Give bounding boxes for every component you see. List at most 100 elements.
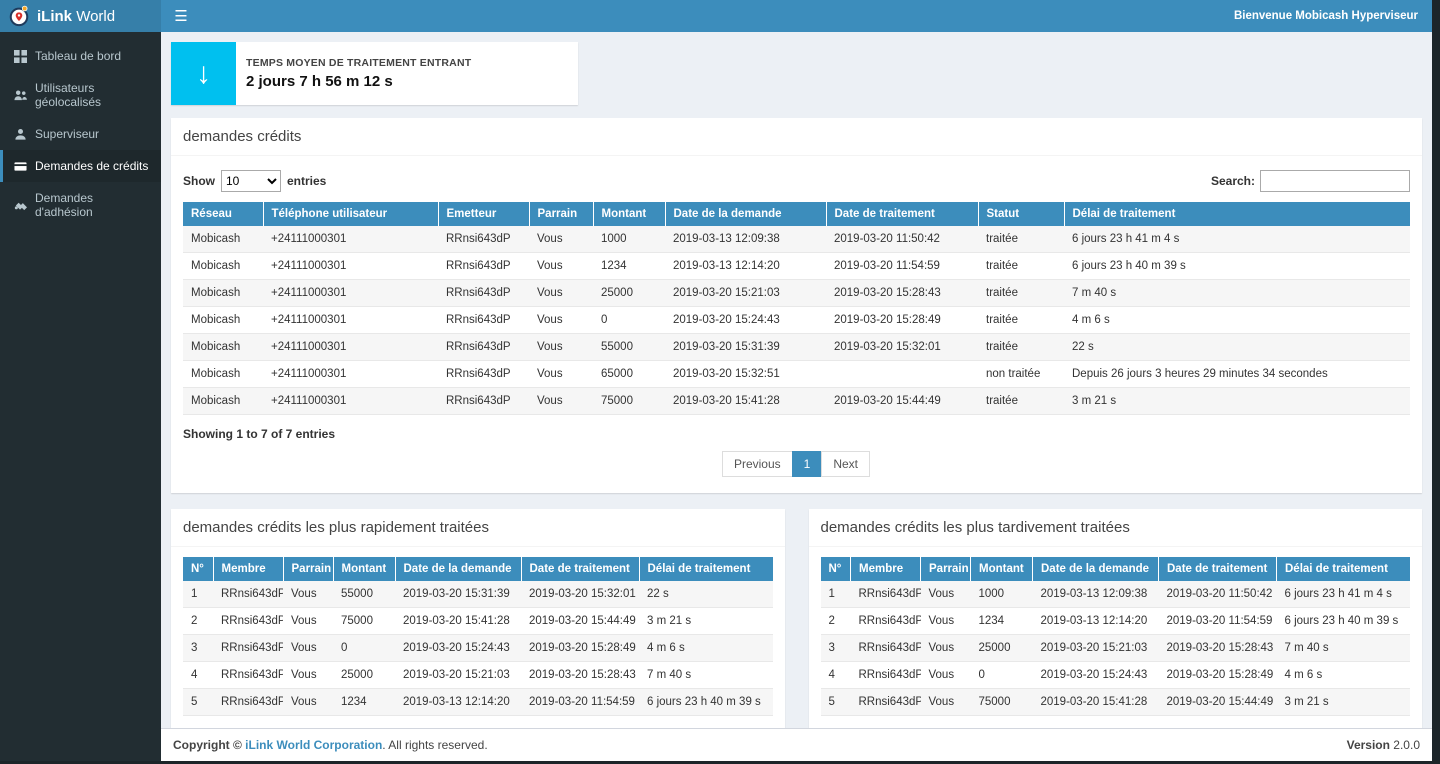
sidebar-item-label: Demandes d'adhésion	[35, 191, 151, 219]
slowest-treated-table: N° Membre Parrain Montant Date de la dem…	[821, 557, 1411, 716]
column-header-num[interactable]: N°	[821, 557, 851, 581]
column-header-emetteur[interactable]: Emetteur	[438, 202, 529, 226]
page-1-button[interactable]: 1	[792, 451, 823, 477]
column-header-num[interactable]: N°	[183, 557, 213, 581]
slowest-panel-title: demandes crédits les plus tardivement tr…	[809, 509, 1423, 547]
table-cell: Vous	[921, 581, 971, 608]
table-cell: 1234	[333, 689, 395, 716]
table-cell: +24111000301	[263, 253, 438, 280]
table-row[interactable]: 1RRnsi643dPVous10002019-03-13 12:09:3820…	[821, 581, 1411, 608]
table-cell: RRnsi643dP	[438, 280, 529, 307]
table-row[interactable]: Mobicash+24111000301RRnsi643dPVous100020…	[183, 226, 1410, 253]
column-header-montant[interactable]: Montant	[971, 557, 1033, 581]
credit-requests-icon	[14, 160, 27, 173]
column-header-date-traitement[interactable]: Date de traitement	[521, 557, 639, 581]
table-cell: 2019-03-20 15:24:43	[665, 307, 826, 334]
sidebar-item-superviseur[interactable]: Superviseur	[0, 118, 161, 150]
table-cell: 75000	[333, 608, 395, 635]
column-header-montant[interactable]: Montant	[333, 557, 395, 581]
table-cell: 5	[821, 689, 851, 716]
table-cell: 2019-03-20 15:44:49	[1159, 689, 1277, 716]
table-cell: 2019-03-20 15:44:49	[521, 608, 639, 635]
sidebar-item-utilisateurs-geolocalises[interactable]: Utilisateurs géolocalisés	[0, 72, 161, 118]
table-cell: RRnsi643dP	[213, 662, 283, 689]
brand[interactable]: iLink World	[0, 0, 161, 32]
column-header-date-demande[interactable]: Date de la demande	[665, 202, 826, 226]
table-row[interactable]: Mobicash+24111000301RRnsi643dPVous02019-…	[183, 307, 1410, 334]
table-cell: 1	[183, 581, 213, 608]
table-cell: 1000	[593, 226, 665, 253]
table-row[interactable]: 1RRnsi643dPVous550002019-03-20 15:31:392…	[183, 581, 773, 608]
next-page-button[interactable]: Next	[821, 451, 870, 477]
table-row[interactable]: Mobicash+24111000301RRnsi643dPVous250002…	[183, 280, 1410, 307]
column-header-delai[interactable]: Délai de traitement	[639, 557, 773, 581]
column-header-date-demande[interactable]: Date de la demande	[1033, 557, 1159, 581]
table-cell: 2019-03-20 15:32:01	[826, 334, 978, 361]
table-row[interactable]: 4RRnsi643dPVous02019-03-20 15:24:432019-…	[821, 662, 1411, 689]
table-row[interactable]: 5RRnsi643dPVous750002019-03-20 15:41:282…	[821, 689, 1411, 716]
column-header-telephone[interactable]: Téléphone utilisateur	[263, 202, 438, 226]
table-cell: 25000	[593, 280, 665, 307]
table-cell: 55000	[593, 334, 665, 361]
table-cell: RRnsi643dP	[438, 334, 529, 361]
infobox-title: TEMPS MOYEN DE TRAITEMENT ENTRANT	[246, 57, 471, 69]
table-cell: Vous	[921, 689, 971, 716]
table-cell: 3	[821, 635, 851, 662]
column-header-parrain[interactable]: Parrain	[529, 202, 593, 226]
table-cell: 1234	[593, 253, 665, 280]
table-cell: 2019-03-20 15:24:43	[395, 635, 521, 662]
sidebar-toggle-button[interactable]: ☰	[161, 0, 201, 32]
table-row[interactable]: Mobicash+24111000301RRnsi643dPVous750002…	[183, 388, 1410, 415]
table-cell: 22 s	[1064, 334, 1410, 361]
column-header-membre[interactable]: Membre	[213, 557, 283, 581]
table-cell: 6 jours 23 h 40 m 39 s	[639, 689, 773, 716]
column-header-statut[interactable]: Statut	[978, 202, 1064, 226]
column-header-delai[interactable]: Délai de traitement	[1064, 202, 1410, 226]
column-header-montant[interactable]: Montant	[593, 202, 665, 226]
table-row[interactable]: Mobicash+24111000301RRnsi643dPVous650002…	[183, 361, 1410, 388]
column-header-date-traitement[interactable]: Date de traitement	[1159, 557, 1277, 581]
page-length-select[interactable]: 10	[221, 170, 281, 192]
column-header-reseau[interactable]: Réseau	[183, 202, 263, 226]
version-label: Version	[1347, 738, 1390, 752]
search-input[interactable]	[1260, 170, 1410, 192]
table-cell: Mobicash	[183, 253, 263, 280]
table-row[interactable]: 5RRnsi643dPVous12342019-03-13 12:14:2020…	[183, 689, 773, 716]
company-link[interactable]: iLink World Corporation	[245, 738, 382, 752]
column-header-date-demande[interactable]: Date de la demande	[395, 557, 521, 581]
table-cell: 2019-03-13 12:14:20	[395, 689, 521, 716]
table-cell: 2019-03-20 15:21:03	[1033, 635, 1159, 662]
sidebar-item-demandes-adhesion[interactable]: Demandes d'adhésion	[0, 182, 161, 228]
previous-page-button[interactable]: Previous	[722, 451, 793, 477]
column-header-parrain[interactable]: Parrain	[921, 557, 971, 581]
column-header-delai[interactable]: Délai de traitement	[1277, 557, 1411, 581]
table-row[interactable]: Mobicash+24111000301RRnsi643dPVous123420…	[183, 253, 1410, 280]
table-cell: Vous	[283, 689, 333, 716]
sidebar-item-label: Tableau de bord	[35, 49, 121, 63]
page-length-control: Show 10 entries	[183, 170, 326, 192]
brand-logo-icon	[8, 5, 30, 27]
table-cell: Vous	[921, 608, 971, 635]
dashboard-icon	[14, 50, 27, 63]
avg-processing-time-infobox: ↓ TEMPS MOYEN DE TRAITEMENT ENTRANT 2 jo…	[171, 42, 578, 105]
sidebar-item-tableau-de-bord[interactable]: Tableau de bord	[0, 40, 161, 72]
table-row[interactable]: 4RRnsi643dPVous250002019-03-20 15:21:032…	[183, 662, 773, 689]
table-cell: 6 jours 23 h 41 m 4 s	[1277, 581, 1411, 608]
table-row[interactable]: 3RRnsi643dPVous250002019-03-20 15:21:032…	[821, 635, 1411, 662]
table-row[interactable]: 2RRnsi643dPVous12342019-03-13 12:14:2020…	[821, 608, 1411, 635]
table-row[interactable]: 2RRnsi643dPVous750002019-03-20 15:41:282…	[183, 608, 773, 635]
sidebar-item-demandes-de-credits[interactable]: Demandes de crédits	[0, 150, 161, 182]
table-cell: 65000	[593, 361, 665, 388]
table-header-row: Réseau Téléphone utilisateur Emetteur Pa…	[183, 202, 1410, 226]
table-row[interactable]: Mobicash+24111000301RRnsi643dPVous550002…	[183, 334, 1410, 361]
search-control: Search:	[1211, 170, 1410, 192]
brand-name-bold: iLink	[37, 8, 72, 25]
table-cell: Mobicash	[183, 334, 263, 361]
table-row[interactable]: 3RRnsi643dPVous02019-03-20 15:24:432019-…	[183, 635, 773, 662]
column-header-membre[interactable]: Membre	[851, 557, 921, 581]
table-cell: 6 jours 23 h 41 m 4 s	[1064, 226, 1410, 253]
column-header-parrain[interactable]: Parrain	[283, 557, 333, 581]
column-header-date-traitement[interactable]: Date de traitement	[826, 202, 978, 226]
table-cell: 6 jours 23 h 40 m 39 s	[1277, 608, 1411, 635]
table-cell: 2019-03-20 15:41:28	[1033, 689, 1159, 716]
